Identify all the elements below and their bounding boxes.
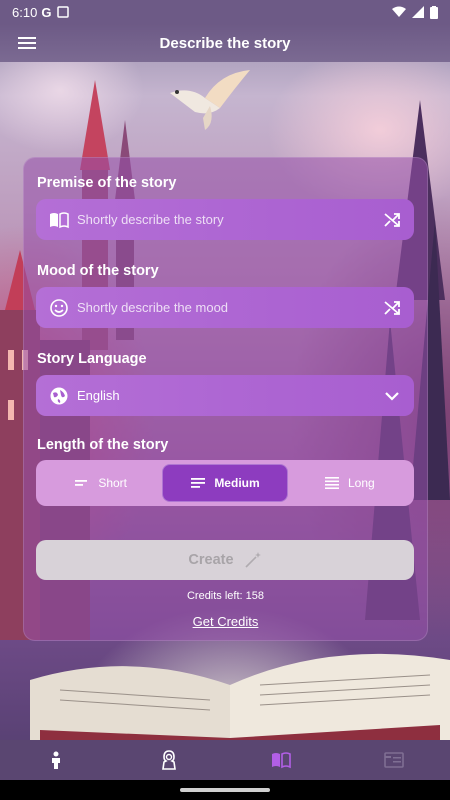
short-lines-icon — [75, 480, 88, 486]
shuffle-icon[interactable] — [383, 299, 401, 317]
language-value: English — [77, 388, 120, 403]
screenshot-icon — [57, 6, 70, 18]
wifi-icon — [392, 6, 406, 17]
mood-label: Mood of the story — [37, 263, 159, 279]
hamburger-menu-icon[interactable] — [18, 35, 36, 51]
premise-label: Premise of the story — [37, 175, 177, 191]
app-bar: Describe the story — [0, 24, 450, 62]
length-option-short-label: Short — [98, 476, 127, 490]
book-icon — [272, 752, 292, 769]
premise-input[interactable]: Shortly describe the story — [36, 199, 414, 240]
chevron-down-icon[interactable] — [383, 387, 401, 405]
story-form-card: Premise of the story Shortly describe th… — [23, 157, 428, 641]
nav-tab-story[interactable] — [261, 740, 301, 780]
language-select[interactable]: English — [36, 375, 414, 416]
length-option-short[interactable]: Short — [39, 464, 162, 502]
signal-icon — [412, 6, 424, 18]
get-credits-link[interactable]: Get Credits — [24, 614, 427, 629]
nav-tab-person[interactable] — [36, 740, 76, 780]
seagull-illustration — [170, 70, 250, 130]
language-label: Story Language — [37, 351, 147, 367]
length-option-long[interactable]: Long — [288, 464, 411, 502]
gesture-bar — [0, 780, 450, 800]
create-button[interactable]: Create — [36, 540, 414, 580]
nav-tab-library[interactable] — [374, 740, 414, 780]
mood-placeholder: Shortly describe the mood — [77, 300, 229, 315]
status-bar: 6:10 G — [0, 0, 450, 24]
length-option-long-label: Long — [347, 476, 375, 490]
open-book-icon — [50, 211, 69, 228]
medium-lines-icon — [191, 478, 206, 488]
length-segmented-control: Short Medium Long — [36, 460, 414, 506]
status-time: 6:10 — [12, 4, 38, 20]
google-icon: G — [41, 4, 52, 20]
create-button-label: Create — [188, 552, 234, 568]
length-option-medium[interactable]: Medium — [162, 464, 288, 502]
bottom-navigation — [0, 740, 450, 780]
home-indicator[interactable] — [180, 788, 270, 792]
smiley-icon — [50, 298, 68, 317]
battery-icon — [430, 5, 438, 19]
length-option-medium-label: Medium — [214, 476, 260, 490]
magic-wand-icon — [244, 552, 261, 568]
open-book-illustration — [30, 653, 450, 740]
length-label: Length of the story — [37, 437, 169, 453]
page-title: Describe the story — [159, 34, 291, 52]
credits-left-text: Credits left: 158 — [186, 590, 265, 602]
globe-icon — [50, 387, 68, 404]
list-icon — [383, 752, 404, 768]
premise-placeholder: Shortly describe the story — [77, 212, 224, 227]
character-icon — [161, 750, 176, 770]
shuffle-icon[interactable] — [383, 211, 401, 229]
person-icon — [52, 751, 61, 769]
long-lines-icon — [324, 477, 339, 489]
mood-input[interactable]: Shortly describe the mood — [36, 287, 414, 328]
nav-tab-character[interactable] — [149, 740, 189, 780]
